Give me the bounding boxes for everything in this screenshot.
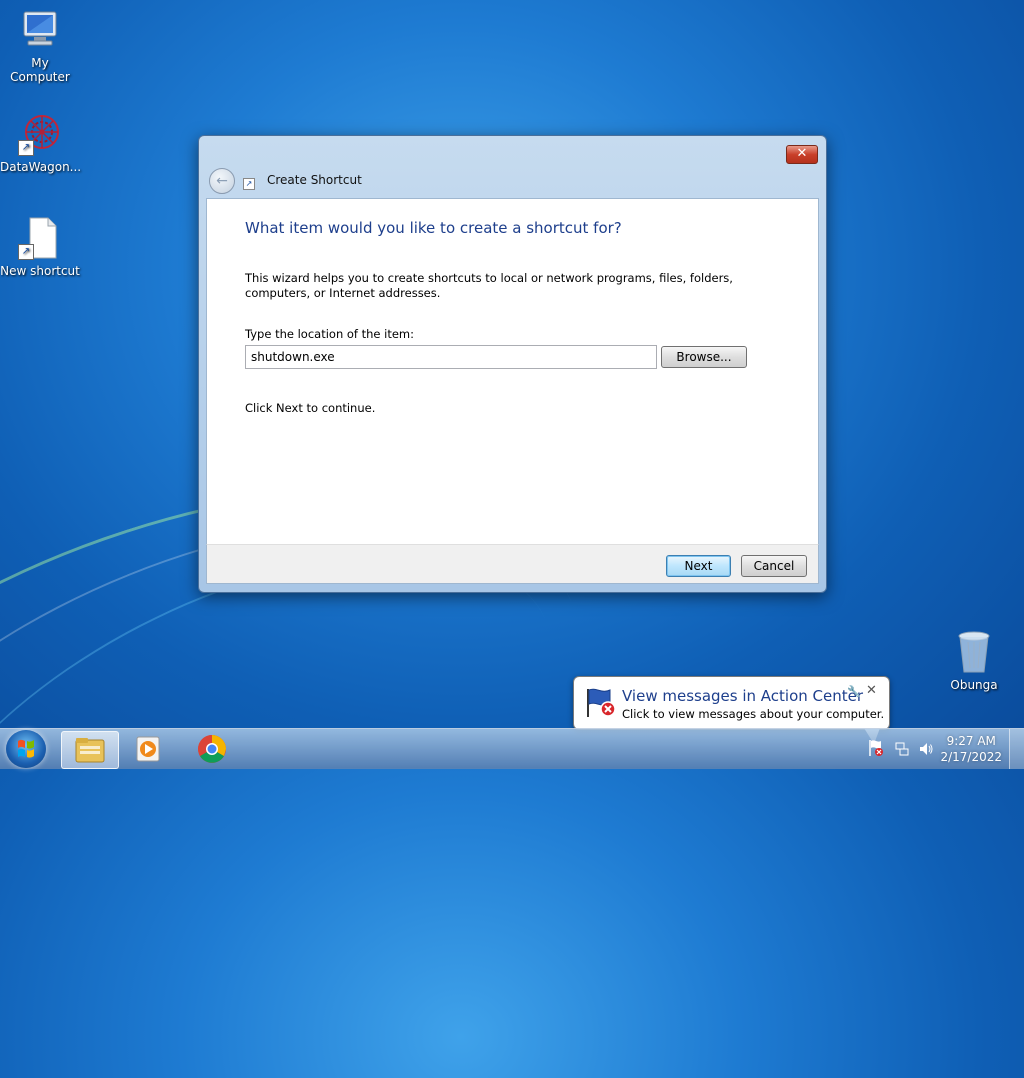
clock-date: 2/17/2022: [940, 750, 1002, 764]
options-wrench-icon[interactable]: 🔧: [847, 685, 861, 698]
datawagon-icon: ↗: [18, 112, 62, 156]
windows-logo-icon: [18, 739, 34, 758]
clock[interactable]: 9:27 AM 2/17/2022: [940, 733, 1002, 765]
desktop-icon-recycle-bin[interactable]: Obunga: [934, 630, 1014, 692]
desktop-icon-my-computer[interactable]: My Computer: [0, 8, 80, 84]
taskbar-file-explorer[interactable]: [61, 731, 119, 769]
close-button[interactable]: ✕: [786, 145, 818, 164]
system-tray: 9:27 AM 2/17/2022: [864, 729, 1024, 769]
volume-icon[interactable]: [918, 741, 934, 757]
computer-icon: [18, 8, 62, 52]
action-center-tray-icon[interactable]: [868, 739, 884, 757]
action-center-notification[interactable]: View messages in Action Center Click to …: [573, 676, 890, 744]
location-input[interactable]: [245, 345, 657, 369]
wizard-description: This wizard helps you to create shortcut…: [245, 271, 733, 300]
notification-title: View messages in Action Center: [622, 687, 864, 705]
location-label: Type the location of the item:: [245, 327, 415, 341]
desktop-icon-datawagon[interactable]: ↗ DataWagon...: [0, 112, 82, 174]
create-shortcut-dialog: ✕ ← ↗ Create Shortcut What item would yo…: [198, 135, 827, 593]
notification-close-icon[interactable]: ✕: [866, 683, 877, 698]
desktop-icon-label: Obunga: [950, 678, 998, 692]
file-shortcut-icon: ↗: [18, 216, 62, 260]
start-button[interactable]: [6, 730, 46, 768]
notification-subtitle: Click to view messages about your comput…: [622, 707, 885, 721]
taskbar-chrome[interactable]: [184, 731, 240, 767]
file-explorer-icon: [75, 738, 105, 763]
clock-time: 9:27 AM: [946, 734, 996, 748]
shortcut-arrow-icon: ↗: [18, 140, 34, 156]
desktop-icon-label: My Computer: [10, 56, 70, 84]
action-center-flag-icon: [584, 685, 618, 719]
show-desktop-button[interactable]: [1009, 729, 1024, 769]
taskbar-media-player[interactable]: [121, 731, 177, 767]
chrome-icon: [198, 735, 226, 763]
desktop-icon-label: DataWagon...: [0, 160, 82, 174]
cancel-button[interactable]: Cancel: [741, 555, 807, 577]
shortcut-arrow-icon: ↗: [18, 244, 34, 260]
back-arrow-icon[interactable]: ←: [209, 168, 235, 194]
dialog-title: Create Shortcut: [267, 173, 362, 187]
recycle-bin-icon: [952, 630, 996, 674]
dialog-body: What item would you like to create a sho…: [206, 198, 819, 546]
continue-text: Click Next to continue.: [245, 401, 376, 415]
wizard-heading: What item would you like to create a sho…: [245, 219, 622, 237]
shortcut-wizard-icon: ↗: [243, 178, 255, 190]
desktop-icon-label: New shortcut: [0, 264, 80, 278]
desktop-icon-new-shortcut[interactable]: ↗ New shortcut: [0, 216, 80, 278]
browse-button[interactable]: Browse...: [661, 346, 747, 368]
network-icon[interactable]: [894, 741, 910, 757]
media-player-icon: [136, 736, 160, 762]
taskbar: 9:27 AM 2/17/2022: [0, 728, 1024, 769]
next-button[interactable]: Next: [666, 555, 731, 577]
dialog-footer: Next Cancel: [206, 544, 819, 584]
